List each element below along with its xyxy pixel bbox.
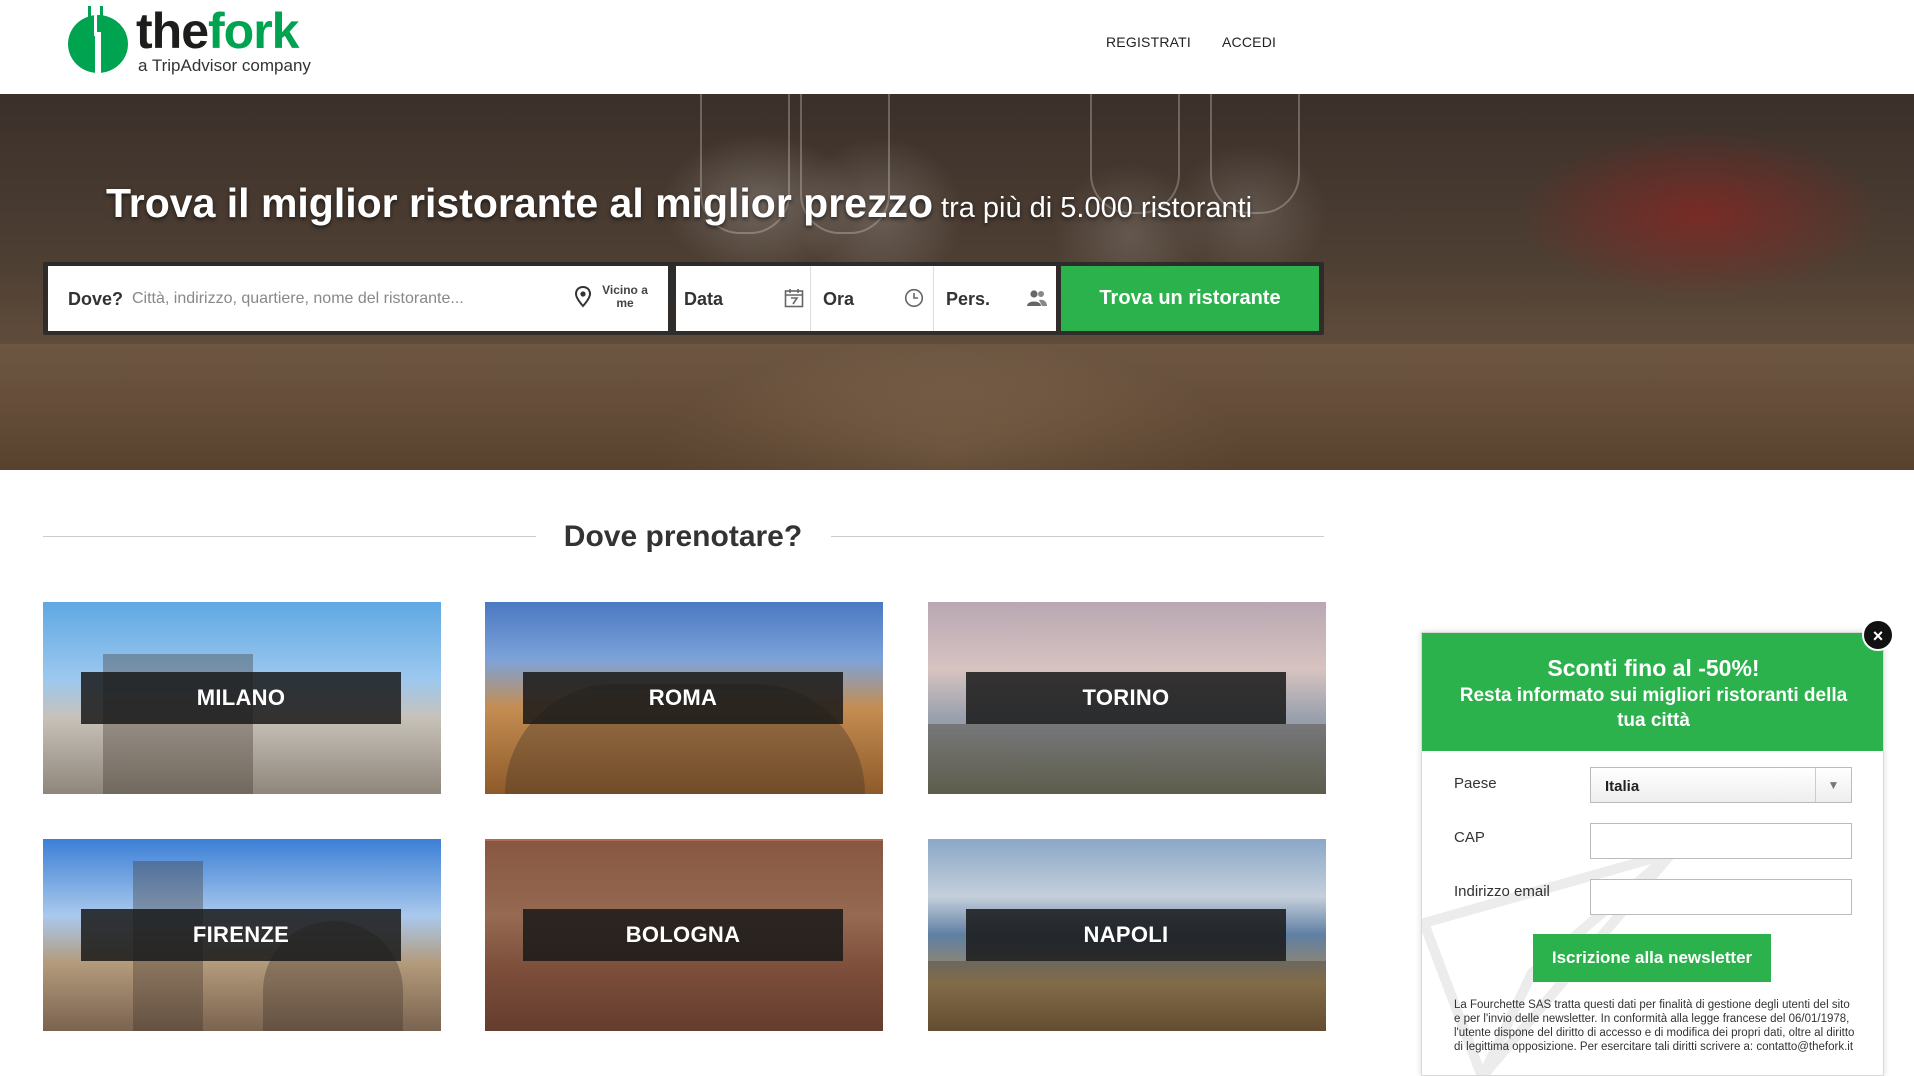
newsletter-header: Sconti fino al -50%! Resta informato sui…: [1422, 633, 1883, 751]
city-tile-bologna[interactable]: BOLOGNA: [485, 839, 883, 1031]
newsletter-subscribe-button[interactable]: Iscrizione alla newsletter: [1533, 934, 1771, 982]
cap-input[interactable]: [1590, 823, 1852, 859]
time-field[interactable]: Ora: [811, 266, 934, 331]
city-label: FIRENZE: [81, 909, 401, 961]
city-skyline: [928, 961, 1326, 1031]
fork-logo-icon: [68, 2, 128, 74]
where-label: Dove?: [68, 289, 124, 309]
where-placeholder[interactable]: Città, indirizzo, quartiere, nome del ri…: [132, 290, 464, 308]
people-label: Pers.: [946, 289, 991, 309]
city-label: TORINO: [966, 672, 1286, 724]
hero-table-photo: [0, 344, 1914, 470]
calendar-icon: [784, 289, 804, 308]
find-restaurant-button[interactable]: Trova un ristorante: [1061, 266, 1319, 331]
city-tile-torino[interactable]: TORINO: [928, 602, 1326, 794]
country-select[interactable]: Italia ▼: [1590, 767, 1852, 803]
city-label: BOLOGNA: [523, 909, 843, 961]
city-tile-roma[interactable]: ROMA: [485, 602, 883, 794]
logo-text-fork: fork: [208, 3, 299, 59]
time-label: Ora: [823, 289, 855, 309]
city-tile-firenze[interactable]: FIRENZE: [43, 839, 441, 1031]
city-tile-napoli[interactable]: NAPOLI: [928, 839, 1326, 1031]
near-me-label: Vicino a me: [602, 283, 648, 310]
clock-icon: [904, 288, 924, 308]
site-header: thefork a TripAdvisor company REGISTRATI…: [0, 0, 1914, 94]
newsletter-popup: Sconti fino al -50%! Resta informato sui…: [1421, 632, 1884, 1076]
email-label: Indirizzo email: [1454, 883, 1550, 900]
newsletter-subtitle: Resta informato sui migliori ristoranti …: [1459, 685, 1848, 731]
search-bar: Dove? Città, indirizzo, quartiere, nome …: [43, 262, 1324, 335]
thefork-logo[interactable]: thefork a TripAdvisor company: [66, 2, 326, 80]
hero-title-sub: tra più di 5.000 ristoranti: [941, 192, 1253, 224]
close-icon[interactable]: ×: [1862, 619, 1894, 651]
people-field[interactable]: Pers.: [934, 266, 1056, 331]
location-pin-icon: [574, 286, 592, 308]
hero-title-main: Trova il miglior ristorante al miglior p…: [106, 180, 934, 226]
login-link[interactable]: ACCEDI: [1222, 34, 1276, 50]
city-tile-milano[interactable]: MILANO: [43, 602, 441, 794]
privacy-notice: La Fourchette SAS tratta questi dati per…: [1454, 999, 1855, 1053]
date-label: Data: [684, 289, 724, 309]
city-label: MILANO: [81, 672, 401, 724]
hero-title: Trova il miglior ristorante al miglior p…: [106, 180, 1252, 227]
people-icon: [1027, 290, 1047, 306]
date-field[interactable]: Data: [676, 266, 811, 331]
logo-tagline: a TripAdvisor company: [138, 56, 311, 75]
city-label: ROMA: [523, 672, 843, 724]
country-value: Italia: [1605, 778, 1640, 795]
country-label: Paese: [1454, 775, 1497, 792]
newsletter-title: Sconti fino al -50%!: [1547, 655, 1760, 681]
city-skyline: [928, 724, 1326, 794]
logo-text-the: the: [136, 3, 209, 59]
logo-wordmark: thefork: [136, 3, 299, 59]
cap-label: CAP: [1454, 829, 1485, 846]
where-field[interactable]: Dove? Città, indirizzo, quartiere, nome …: [48, 266, 668, 331]
near-me-button[interactable]: Vicino a me: [574, 278, 664, 322]
section-title: Dove prenotare?: [563, 520, 803, 553]
city-label: NAPOLI: [966, 909, 1286, 961]
register-link[interactable]: REGISTRATI: [1106, 34, 1191, 50]
chevron-down-icon: ▼: [1815, 768, 1851, 802]
email-input[interactable]: [1590, 879, 1852, 915]
